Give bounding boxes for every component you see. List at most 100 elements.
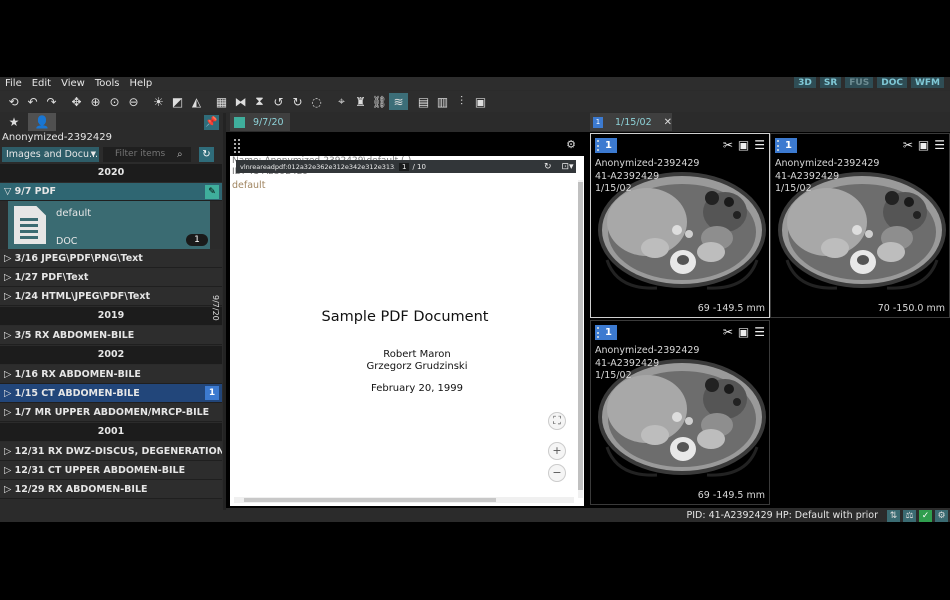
menu-edit[interactable]: Edit bbox=[27, 78, 56, 89]
patient-tab-person-icon[interactable]: 👤 bbox=[28, 113, 56, 131]
series-thumbnail[interactable]: default DOC 1 bbox=[8, 201, 210, 249]
menu-view[interactable]: View bbox=[56, 78, 90, 89]
crosshair-icon[interactable]: ⌖ bbox=[332, 93, 351, 110]
bookmark-icon[interactable]: ⊡▾ bbox=[562, 162, 574, 172]
scrollbar-thumb[interactable] bbox=[244, 498, 496, 502]
layers-icon[interactable]: ☰ bbox=[754, 325, 765, 339]
redo-icon[interactable]: ↷ bbox=[42, 93, 61, 110]
menu-tools[interactable]: Tools bbox=[90, 78, 125, 89]
refresh-icon[interactable]: ↻ bbox=[199, 146, 214, 162]
rotate-free-icon[interactable]: ◌ bbox=[307, 93, 326, 110]
probe-icon[interactable]: ♜ bbox=[351, 93, 370, 110]
zoom-out-icon[interactable]: − bbox=[548, 464, 566, 482]
drag-handle[interactable] bbox=[234, 139, 240, 153]
settings-icon[interactable]: ⚙ bbox=[935, 510, 948, 522]
undo-icon[interactable]: ↶ bbox=[23, 93, 42, 110]
grid-icon[interactable]: ▣ bbox=[471, 93, 490, 110]
study-row-label: 3/5 RX ABDOMEN-BILE bbox=[14, 330, 135, 341]
study-row[interactable]: ▷ 3/16 JPEG\PDF\PNG\Text bbox=[0, 249, 222, 268]
pdf-author: Grzegorz Grudzinski bbox=[366, 361, 468, 372]
fit-page-icon[interactable]: ⛶ bbox=[548, 412, 566, 430]
menu-help[interactable]: Help bbox=[124, 78, 157, 89]
flip-vertical-icon[interactable]: ⧗ bbox=[250, 93, 269, 110]
image-settings-icon[interactable]: ▣ bbox=[738, 138, 749, 152]
study-row-selected[interactable]: ▷ 1/15 CT ABDOMEN-BILE 1 bbox=[0, 384, 222, 403]
mpr-icon[interactable]: ⫶ bbox=[452, 93, 471, 110]
menu-bar: File Edit View Tools Help 3D SR FUS DOC … bbox=[0, 77, 950, 90]
content-type-select[interactable]: Images and Docu... ▼ bbox=[2, 146, 99, 162]
undo-history-icon[interactable]: ⟲ bbox=[4, 93, 23, 110]
edit-icon[interactable]: ✎ bbox=[205, 185, 219, 199]
mode-doc-button[interactable]: DOC bbox=[877, 77, 907, 88]
zoom-fit-icon[interactable]: ⊖ bbox=[124, 93, 143, 110]
flip-horizontal-icon[interactable]: ⧓ bbox=[231, 93, 250, 110]
rotate-right-icon[interactable]: ↻ bbox=[288, 93, 307, 110]
study-row[interactable]: ▷ 3/5 RX ABDOMEN-BILE bbox=[0, 326, 222, 345]
slice-number: 69 bbox=[697, 490, 710, 501]
zoom-region-icon[interactable]: ⊙ bbox=[105, 93, 124, 110]
horizontal-scrollbar[interactable] bbox=[234, 497, 574, 503]
document-settings-icon[interactable]: ⚙ bbox=[566, 138, 576, 151]
pdf-title: Sample PDF Document bbox=[321, 309, 489, 325]
vertical-scrollbar[interactable] bbox=[578, 180, 583, 498]
measure-tool-icon[interactable]: ✂ bbox=[723, 325, 733, 339]
pin-icon[interactable]: 📌 bbox=[204, 115, 219, 130]
zoom-in-icon[interactable]: + bbox=[548, 442, 566, 460]
study-row-label: 1/15 CT ABDOMEN-BILE bbox=[14, 388, 140, 399]
link-icon[interactable]: ⛓ bbox=[370, 93, 389, 110]
study-row-label: 1/16 RX ABDOMEN-BILE bbox=[14, 369, 141, 380]
pdf-page-input[interactable]: 1 bbox=[399, 162, 410, 171]
pdf-file-name: vlnreareadpdf:012a32e362e312e342e312e313… bbox=[240, 162, 395, 171]
mode-sr-button[interactable]: SR bbox=[819, 77, 842, 88]
mode-3d-button[interactable]: 3D bbox=[794, 77, 816, 88]
layers-icon[interactable]: ☰ bbox=[934, 138, 945, 152]
menu-file[interactable]: File bbox=[0, 78, 27, 89]
study-row[interactable]: ▷ 1/7 MR UPPER ABDOMEN/MRCP-BILE bbox=[0, 403, 222, 422]
sync-icon[interactable]: ≋ bbox=[389, 93, 408, 110]
rotate-left-icon[interactable]: ↺ bbox=[269, 93, 288, 110]
zoom-icon[interactable]: ⊕ bbox=[86, 93, 105, 110]
measure-tool-icon[interactable]: ✂ bbox=[723, 138, 733, 152]
study-row-label: 9/7 PDF bbox=[14, 186, 56, 197]
table-icon[interactable]: ▤ bbox=[414, 93, 433, 110]
mode-wfm-button[interactable]: WFM bbox=[910, 77, 944, 88]
scrollbar-thumb[interactable] bbox=[578, 182, 583, 490]
tab-document[interactable]: 9/7/20 bbox=[230, 113, 290, 131]
slice-info-overlay: 69 -149.5 mm bbox=[698, 303, 765, 314]
window-level-icon[interactable]: ☀ bbox=[149, 93, 168, 110]
flip-icon[interactable]: ◭ bbox=[187, 93, 206, 110]
image-viewport[interactable]: 1 ✂ ▣ ☰ Anonymized-2392429 41-A2392429 1/15/02… bbox=[590, 320, 770, 505]
hanging-protocol-icon[interactable]: ⚖ bbox=[903, 510, 916, 522]
series-modality: DOC bbox=[56, 236, 78, 247]
pan-icon[interactable]: ✥ bbox=[67, 93, 86, 110]
image-viewport[interactable]: 1 ✂ ▣ ☰ Anonymized-2392429 41-A2392429 1/15/02… bbox=[770, 133, 950, 318]
mode-buttons: 3D SR FUS DOC WFM bbox=[794, 77, 944, 88]
viewport-series-badge[interactable]: 1 bbox=[595, 138, 617, 153]
layout-icon[interactable]: ▦ bbox=[212, 93, 231, 110]
study-row[interactable]: ▷ 1/27 PDF\Text bbox=[0, 268, 222, 287]
study-row[interactable]: ▷ 12/29 RX ABDOMEN-BILE bbox=[0, 480, 222, 499]
sort-icon[interactable]: ⇅ bbox=[887, 510, 900, 522]
rotate-icon[interactable]: ↻ bbox=[544, 162, 552, 172]
patient-id-overlay: 41-A2392429 bbox=[595, 357, 660, 369]
tab-image-study[interactable]: 1 1/15/02 ✕ bbox=[590, 113, 672, 131]
close-icon[interactable]: ✕ bbox=[664, 117, 672, 128]
study-row[interactable]: ▷ 1/24 HTML\JPEG\PDF\Text bbox=[0, 287, 222, 306]
favorites-tab-star-icon[interactable]: ★ bbox=[0, 113, 28, 131]
study-row[interactable]: ▷ 1/16 RX ABDOMEN-BILE bbox=[0, 365, 222, 384]
study-row-open[interactable]: ▽ 9/7 PDF ✎ bbox=[0, 183, 222, 201]
study-row[interactable]: ▷ 12/31 RX DWZ-DISCUS, DEGENERATION bbox=[0, 442, 222, 461]
mode-fus-button[interactable]: FUS bbox=[845, 77, 874, 88]
chevron-down-icon: ▼ bbox=[90, 149, 96, 158]
image-settings-icon[interactable]: ▣ bbox=[918, 138, 929, 152]
status-ok-icon[interactable]: ✓ bbox=[919, 510, 932, 522]
image-viewport[interactable]: 1 ✂ ▣ ☰ Anonymized-2392429 41-A2392429 1/15/02… bbox=[590, 133, 770, 318]
image-settings-icon[interactable]: ▣ bbox=[738, 325, 749, 339]
series-layout-icon[interactable]: ▥ bbox=[433, 93, 452, 110]
layers-icon[interactable]: ☰ bbox=[754, 138, 765, 152]
invert-icon[interactable]: ◩ bbox=[168, 93, 187, 110]
study-row[interactable]: ▷ 12/31 CT UPPER ABDOMEN-BILE bbox=[0, 461, 222, 480]
viewport-series-badge[interactable]: 1 bbox=[595, 325, 617, 340]
measure-tool-icon[interactable]: ✂ bbox=[903, 138, 913, 152]
viewport-series-badge[interactable]: 1 bbox=[775, 138, 797, 153]
